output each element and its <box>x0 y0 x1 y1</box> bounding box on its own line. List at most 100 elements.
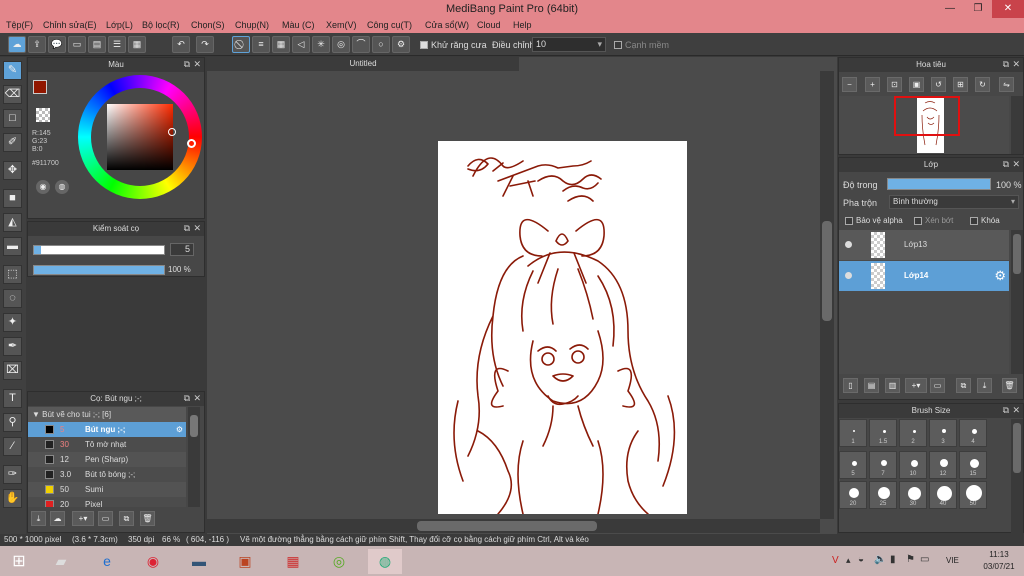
app-icon[interactable]: ▦ <box>276 549 310 574</box>
add-layer-menu-icon[interactable]: +▾ <box>905 378 927 393</box>
zoom-out-icon[interactable]: − <box>842 77 857 92</box>
brush-size-cell[interactable]: 1.5 <box>869 419 897 447</box>
lock-checkbox[interactable] <box>970 217 978 225</box>
brush-size-slider[interactable] <box>33 245 165 255</box>
layer-row[interactable]: Lớp13 <box>839 230 1009 260</box>
keyboard-icon[interactable]: ▭ <box>920 554 929 565</box>
layer-row[interactable]: Lớp14 ⚙ <box>839 261 1009 291</box>
navigator-viewport[interactable] <box>894 96 960 136</box>
brush-opacity-slider[interactable] <box>33 265 165 275</box>
antivirus-tray-icon[interactable]: V <box>832 555 839 566</box>
brush-size-cell[interactable]: 4 <box>959 419 987 447</box>
horizontal-scrollbar[interactable] <box>207 519 820 533</box>
menu-tools[interactable]: Công cụ(T) <box>367 20 412 30</box>
brush-item[interactable]: 20 Pixel <box>28 497 186 507</box>
palette-icon[interactable]: ◉ <box>36 180 50 194</box>
show-hidden-icons[interactable]: ▴ <box>846 555 851 566</box>
hscroll-thumb[interactable] <box>417 521 597 531</box>
parallel-snap-icon[interactable]: ≡ <box>252 36 270 53</box>
panel-close-icon[interactable]: ✕ <box>1012 159 1020 170</box>
grid-snap-icon[interactable]: ▦ <box>272 36 290 53</box>
gear-icon[interactable]: ⚙ <box>176 422 183 437</box>
merge-layer-icon[interactable]: ⤓ <box>977 378 992 393</box>
rotate-right-icon[interactable]: ↻ <box>975 77 990 92</box>
chrome-icon[interactable]: ◉ <box>136 549 170 574</box>
eraser-tool-icon[interactable]: ⌫ <box>3 85 22 104</box>
network-icon[interactable]: ◒ <box>858 554 864 565</box>
eye-icon[interactable] <box>845 272 852 279</box>
brush-size-cell[interactable]: 25 <box>869 481 897 509</box>
menu-edit[interactable]: Chỉnh sửa(E) <box>43 20 97 30</box>
reset-rotation-icon[interactable]: ⊞ <box>953 77 968 92</box>
delete-layer-icon[interactable]: 🗑 <box>1002 378 1017 393</box>
brush-size-input[interactable]: 5 <box>170 243 194 256</box>
brush-list-scrollbar[interactable] <box>188 407 200 507</box>
brush-size-cell[interactable]: 3 <box>929 419 957 447</box>
duplicate-icon[interactable]: ⧉ <box>119 511 134 526</box>
gear-icon[interactable]: ⚙ <box>994 268 1006 284</box>
brush-size-cell[interactable]: 15 <box>959 451 987 479</box>
powerpoint-icon[interactable]: ▣ <box>228 549 262 574</box>
undock-icon[interactable]: ⧉ <box>184 393 190 404</box>
pipette-tool-icon[interactable]: ✑ <box>3 465 22 484</box>
zoom-in-icon[interactable]: + <box>865 77 880 92</box>
fill-rect-tool-icon[interactable]: ■ <box>3 189 22 208</box>
brush-size-cell[interactable]: 20 <box>839 481 867 509</box>
add-brush-icon[interactable]: +▾ <box>72 511 94 526</box>
menu-select[interactable]: Chọn(S) <box>191 20 225 30</box>
brush-size-cell[interactable]: 1 <box>839 419 867 447</box>
protect-alpha-checkbox[interactable] <box>845 217 853 225</box>
new-8bit-layer-icon[interactable]: ▥ <box>885 378 900 393</box>
export-icon[interactable]: ⇪ <box>28 36 46 53</box>
curve-snap-icon[interactable]: ⌒ <box>352 36 370 53</box>
folder-icon[interactable]: ▭ <box>98 511 113 526</box>
brush-item[interactable]: 30 Tô mờ nhạt <box>28 437 186 452</box>
menu-capture[interactable]: Chụp(N) <box>235 20 269 30</box>
panel-close-icon[interactable]: ✕ <box>1012 405 1020 416</box>
new-layer-icon[interactable]: ▯ <box>843 378 858 393</box>
brush-size-cell[interactable]: 5 <box>839 451 867 479</box>
lasso-tool-icon[interactable]: ◌ <box>3 289 22 308</box>
clipping-checkbox[interactable] <box>914 217 922 225</box>
layer-folder-icon[interactable]: ▭ <box>930 378 945 393</box>
cloud-brush-icon[interactable]: ☁ <box>50 511 65 526</box>
magic-wand-tool-icon[interactable]: ✦ <box>3 313 22 332</box>
restore-button[interactable]: ❐ <box>964 0 992 18</box>
trash-icon[interactable]: 🗑 <box>140 511 155 526</box>
grid-icon[interactable]: ▦ <box>128 36 146 53</box>
circle-snap-icon[interactable]: ◎ <box>332 36 350 53</box>
move-tool-icon[interactable]: ✥ <box>3 161 22 180</box>
undock-icon[interactable]: ⧉ <box>184 223 190 234</box>
menu-help[interactable]: Help <box>513 20 532 30</box>
perspective-snap-icon[interactable]: ◁ <box>292 36 310 53</box>
brush-item[interactable]: 3.0 Bút tô bóng ;-; <box>28 467 186 482</box>
menu-cloud[interactable]: Cloud <box>477 20 501 30</box>
actual-size-icon[interactable]: ▣ <box>909 77 924 92</box>
menu-color[interactable]: Màu (C) <box>282 20 315 30</box>
select-tool-icon[interactable]: ⬚ <box>3 265 22 284</box>
volume-icon[interactable]: 🔈 <box>874 554 886 565</box>
eye-icon[interactable] <box>845 241 852 248</box>
clock[interactable]: 11:13 03/07/21 <box>982 550 1016 571</box>
panel-close-icon[interactable]: ✕ <box>193 59 201 70</box>
menu-window[interactable]: Cửa sổ(W) <box>425 20 469 30</box>
undock-icon[interactable]: ⧉ <box>1003 59 1009 70</box>
gradient-tool-icon[interactable]: ▬ <box>3 237 22 256</box>
primary-color-swatch[interactable] <box>33 80 47 94</box>
layer-opacity-slider[interactable] <box>887 178 991 190</box>
menu-layer[interactable]: Lớp(L) <box>106 20 133 30</box>
brush-size-cell[interactable]: 40 <box>929 481 957 509</box>
brush-size-cell[interactable]: 2 <box>899 419 927 447</box>
select-eraser-tool-icon[interactable]: ⌧ <box>3 361 22 380</box>
medibang-taskbar-icon[interactable]: ◍ <box>368 549 402 574</box>
transparent-swatch[interactable] <box>36 108 50 122</box>
correction-select[interactable]: 10 ▾ <box>532 37 606 52</box>
menu-filter[interactable]: Bộ lọc(R) <box>142 20 180 30</box>
divide-tool-icon[interactable]: ⚲ <box>3 413 22 432</box>
file-explorer-icon[interactable]: ▬ <box>182 549 216 574</box>
navigator-scrollbar[interactable] <box>1011 96 1023 154</box>
redo-icon[interactable]: ↷ <box>196 36 214 53</box>
undock-icon[interactable]: ⧉ <box>184 59 190 70</box>
sv-handle[interactable] <box>168 128 176 136</box>
line-app-icon[interactable]: ◎ <box>322 549 356 574</box>
